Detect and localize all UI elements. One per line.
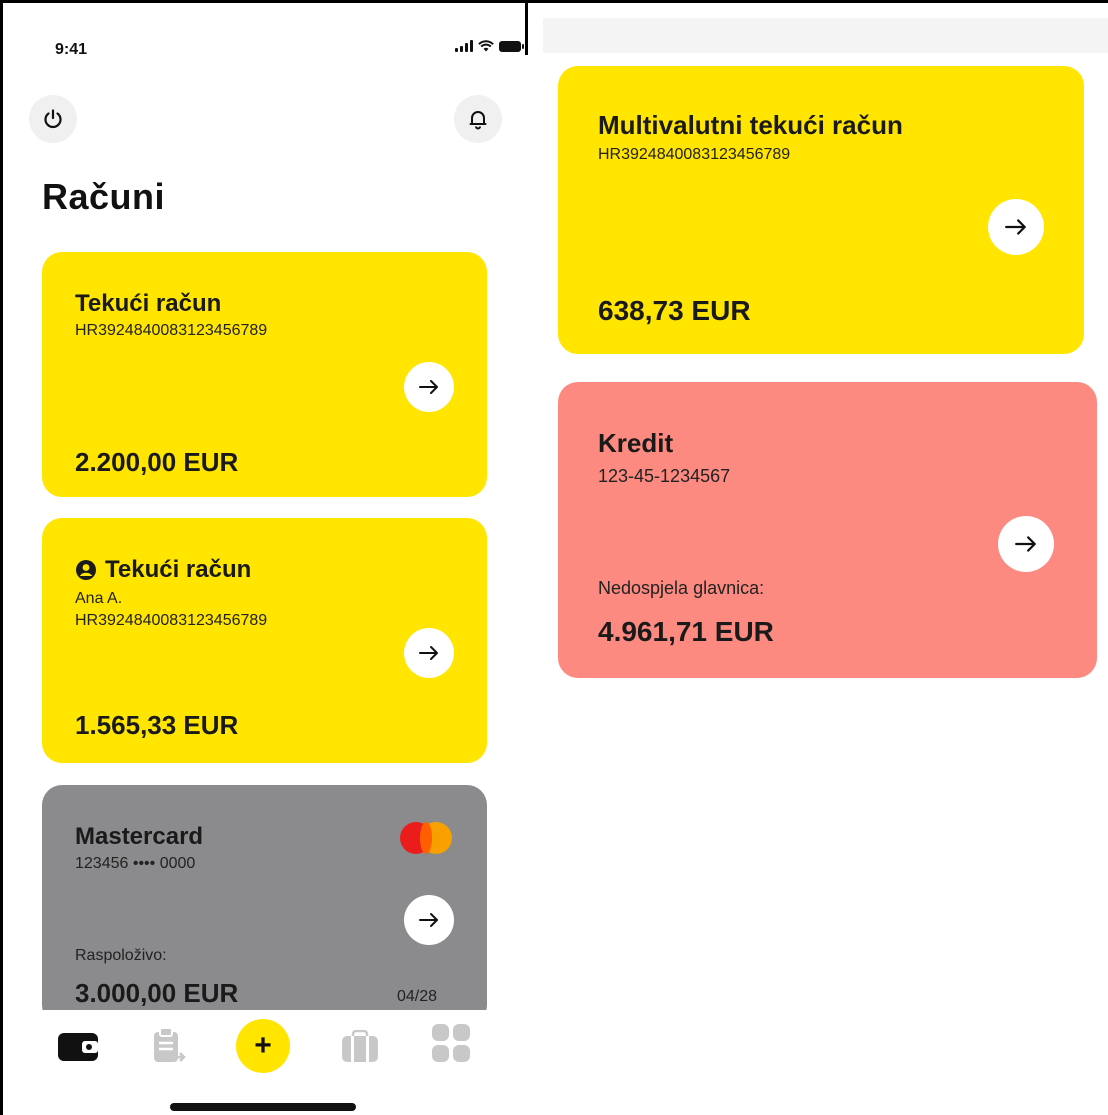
briefcase-icon[interactable] bbox=[340, 1030, 380, 1064]
wifi-icon bbox=[478, 40, 494, 52]
power-icon bbox=[44, 109, 62, 129]
battery-icon bbox=[499, 40, 524, 52]
card-available-amount: 3.000,00 EUR bbox=[75, 978, 239, 1008]
wallet-icon[interactable] bbox=[56, 1030, 102, 1064]
loan-card[interactable]: Kredit 123-45-1234567 Nedospjela glavnic… bbox=[558, 382, 1097, 678]
signal-icon bbox=[455, 40, 473, 52]
open-loan-button[interactable] bbox=[998, 516, 1054, 572]
frame-top bbox=[0, 0, 1108, 3]
loan-principal-amount: 4.961,71 EUR bbox=[598, 616, 774, 647]
grid-icon[interactable] bbox=[430, 1022, 472, 1064]
open-account-button[interactable] bbox=[988, 199, 1044, 255]
account-title: Multivalutni tekući račun bbox=[598, 110, 903, 140]
status-time: 9:41 bbox=[55, 41, 88, 58]
open-card-button[interactable] bbox=[404, 895, 454, 945]
credit-card-mastercard[interactable]: Mastercard 123456 •••• 0000 Raspoloživo:… bbox=[42, 785, 487, 1025]
loan-principal-label: Nedospjela glavnica: bbox=[598, 578, 765, 598]
arrow-right-icon bbox=[419, 646, 438, 660]
account-title: Tekući račun bbox=[105, 556, 252, 583]
loan-number: 123-45-1234567 bbox=[598, 466, 731, 486]
card-number: 123456 •••• 0000 bbox=[75, 855, 196, 872]
arrow-right-icon bbox=[419, 380, 438, 394]
account-title-row: Tekući račun bbox=[75, 556, 251, 584]
account-balance: 638,73 EUR bbox=[598, 295, 751, 326]
account-iban: HR3924840083123456789 bbox=[598, 146, 791, 163]
clipboard-icon[interactable] bbox=[150, 1026, 186, 1066]
bell-icon bbox=[469, 111, 487, 130]
account-card-shared[interactable]: Tekući račun Ana A. HR392484008312345678… bbox=[42, 518, 487, 763]
arrow-right-icon bbox=[419, 913, 438, 927]
account-balance: 1.565,33 EUR bbox=[75, 710, 239, 740]
add-fab-button[interactable]: + bbox=[236, 1019, 290, 1073]
card-title: Mastercard bbox=[75, 823, 204, 850]
account-iban: HR3924840083123456789 bbox=[75, 322, 268, 339]
arrow-right-icon bbox=[1015, 536, 1036, 552]
open-account-button[interactable] bbox=[404, 628, 454, 678]
account-balance: 2.200,00 EUR bbox=[75, 447, 239, 477]
open-account-button[interactable] bbox=[404, 362, 454, 412]
account-iban: HR3924840083123456789 bbox=[75, 612, 268, 629]
plus-icon: + bbox=[254, 1029, 272, 1062]
notifications-button[interactable] bbox=[454, 95, 502, 143]
right-status-band bbox=[543, 18, 1108, 53]
logout-button[interactable] bbox=[29, 95, 77, 143]
card-expiry: 04/28 bbox=[397, 988, 438, 1005]
account-holder: Ana A. bbox=[75, 590, 123, 607]
frame-divider bbox=[525, 0, 528, 55]
account-title: Tekući račun bbox=[75, 290, 222, 317]
page-title: Računi bbox=[42, 176, 166, 217]
frame-left bbox=[0, 0, 3, 1115]
mastercard-logo bbox=[400, 822, 452, 854]
arrow-right-icon bbox=[1005, 219, 1026, 235]
user-icon bbox=[76, 560, 96, 580]
account-card-current[interactable]: Tekući račun HR3924840083123456789 2.200… bbox=[42, 252, 487, 497]
loan-title: Kredit bbox=[598, 428, 674, 458]
account-card-multicurrency[interactable]: Multivalutni tekući račun HR392484008312… bbox=[558, 66, 1084, 354]
status-icons bbox=[455, 40, 524, 52]
home-indicator bbox=[170, 1103, 356, 1111]
card-available-label: Raspoloživo: bbox=[75, 947, 167, 964]
